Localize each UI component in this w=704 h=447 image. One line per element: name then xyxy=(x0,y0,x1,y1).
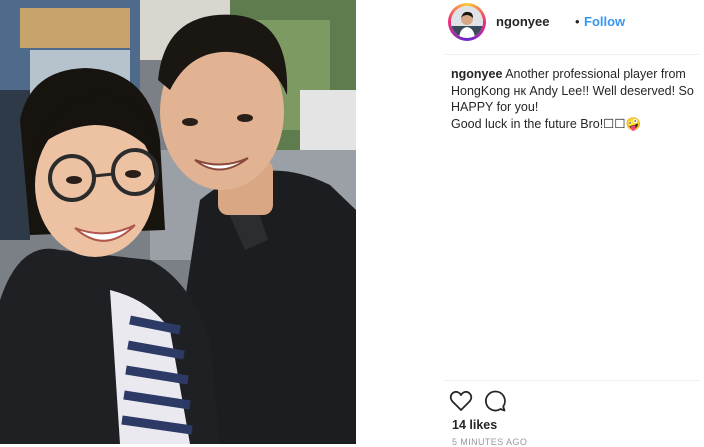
caption-text-line3: HAPPY for you! xyxy=(451,100,539,114)
heart-outline-icon[interactable] xyxy=(448,388,474,414)
selfie-image xyxy=(0,0,356,444)
username-link[interactable]: ngonyee xyxy=(496,14,549,29)
post-timestamp[interactable]: 5 MINUTES AGO xyxy=(452,437,527,447)
likes-count[interactable]: 14 likes xyxy=(452,418,497,432)
header-divider xyxy=(444,54,700,55)
post-sidebar: ngonyee • Follow ngonyee Another profess… xyxy=(356,0,704,447)
actions-divider xyxy=(444,380,700,381)
caption-text-line2: HongKong нк Andy Lee!! Well deserved! So xyxy=(451,83,694,98)
comment-bubble-icon[interactable] xyxy=(482,388,508,414)
caption-author-link[interactable]: ngonyee xyxy=(451,67,502,81)
post-caption: ngonyee Another professional player from… xyxy=(451,66,699,132)
caption-text-line1: Another professional player from xyxy=(505,67,686,81)
post-header: ngonyee • Follow xyxy=(356,0,704,54)
post-actions xyxy=(448,388,568,414)
follow-button[interactable]: Follow xyxy=(584,14,625,29)
avatar-image xyxy=(451,6,483,38)
caption-text-line4: Good luck in the future Bro!☐☐🤪 xyxy=(451,116,642,131)
header-separator: • xyxy=(575,14,580,29)
avatar[interactable] xyxy=(448,3,486,41)
post-photo xyxy=(0,0,356,444)
